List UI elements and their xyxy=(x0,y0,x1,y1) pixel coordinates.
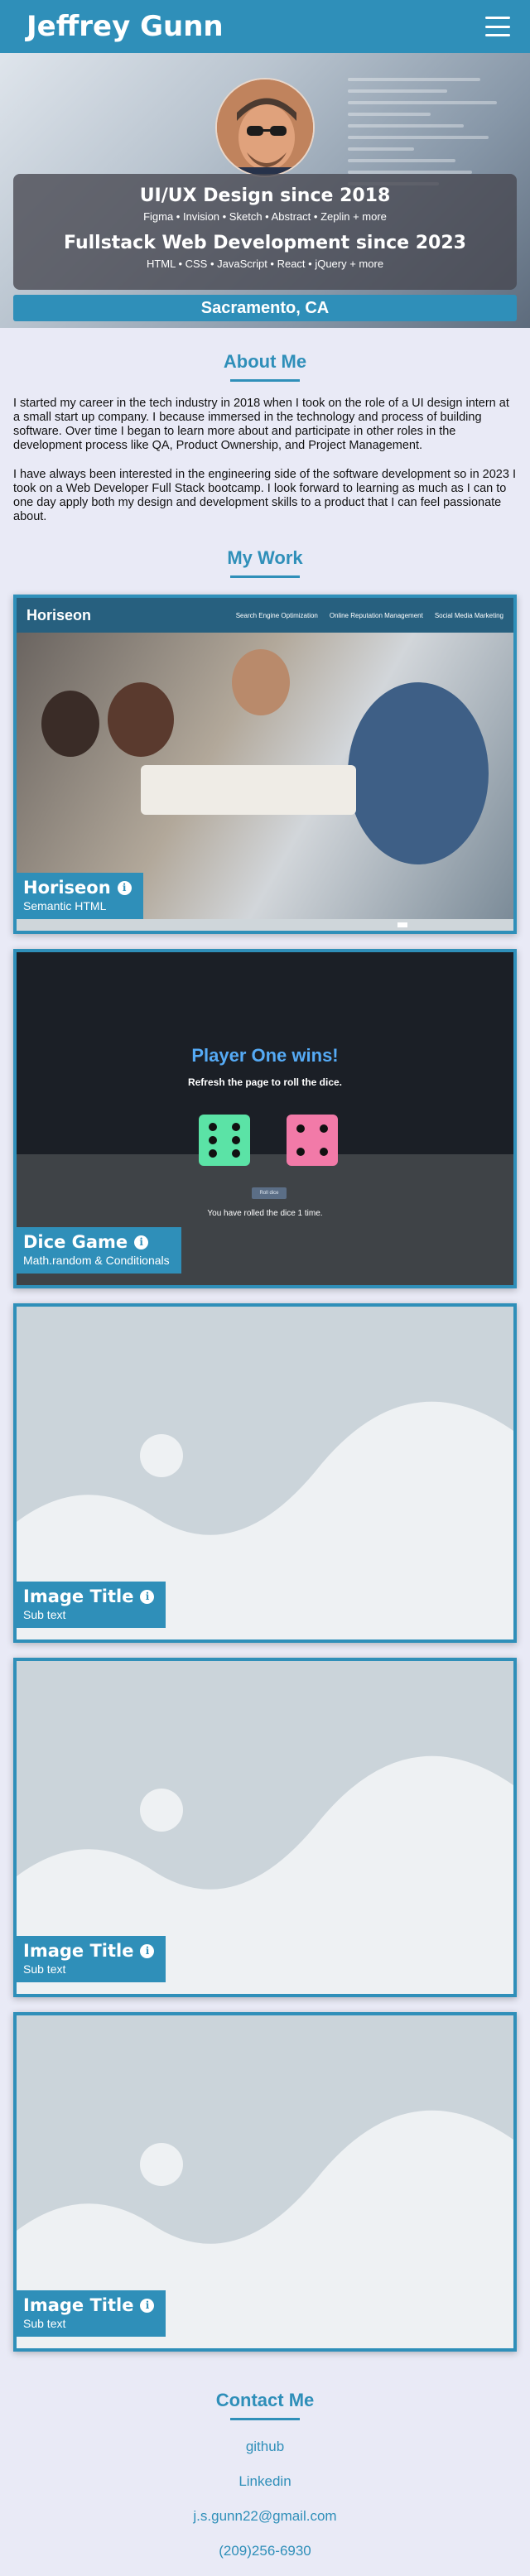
about-section: About Me I started my career in the tech… xyxy=(0,328,530,524)
roll-dice-button[interactable]: Roll dice xyxy=(252,1187,287,1199)
project-subtitle: Sub text xyxy=(23,1962,66,1976)
dice-roll-count: You have rolled the dice 1 time. xyxy=(207,1209,323,1218)
avatar xyxy=(215,78,315,177)
hero-heading-design: UI/UX Design since 2018 xyxy=(139,185,391,206)
hamburger-menu-icon[interactable] xyxy=(485,17,510,36)
horiseon-preview-link: Online Reputation Management xyxy=(329,611,423,619)
contact-link-linkedin[interactable]: Linkedin xyxy=(0,2473,530,2490)
hero-skills-panel: UI/UX Design since 2018 Figma • Invision… xyxy=(13,174,517,290)
horiseon-preview-logo: Horiseon xyxy=(26,606,92,624)
dice-two xyxy=(287,1115,338,1166)
contact-link-email[interactable]: j.s.gunn22@gmail.com xyxy=(0,2508,530,2525)
hero-heading-dev: Fullstack Web Development since 2023 xyxy=(64,233,466,253)
info-icon[interactable]: i xyxy=(140,1589,155,1604)
work-title: My Work xyxy=(0,524,530,578)
contact-section: Contact Me github Linkedin j.s.gunn22@gm… xyxy=(0,2367,530,2576)
project-title: Dice Game xyxy=(23,1232,128,1252)
contact-link-phone[interactable]: (209)256-6930 xyxy=(0,2543,530,2559)
project-card-dice-game[interactable]: Player One wins! Refresh the page to rol… xyxy=(13,949,517,1288)
project-subtitle: Sub text xyxy=(23,1608,66,1621)
site-header: Jeffrey Gunn xyxy=(0,0,530,53)
project-subtitle: Sub text xyxy=(23,2317,66,2330)
work-section: My Work Horiseon Search Engine Optimizat… xyxy=(0,524,530,2352)
horiseon-preview-link: Social Media Marketing xyxy=(434,611,504,619)
project-card-placeholder[interactable]: Image Title i Sub text xyxy=(13,1658,517,1997)
project-title: Image Title xyxy=(23,2295,134,2315)
project-label: Horiseon i Semantic HTML xyxy=(17,873,143,919)
project-subtitle: Math.random & Conditionals xyxy=(23,1254,170,1267)
horiseon-preview-nav: Horiseon Search Engine Optimization Onli… xyxy=(17,598,513,633)
project-label: Image Title i Sub text xyxy=(17,1582,166,1628)
project-subtitle: Semantic HTML xyxy=(23,899,107,912)
project-title: Image Title xyxy=(23,1941,134,1961)
dice-one xyxy=(199,1115,250,1166)
about-paragraph-1: I started my career in the tech industry… xyxy=(13,397,509,452)
site-title[interactable]: Jeffrey Gunn xyxy=(26,10,224,43)
horiseon-preview-scrollbar xyxy=(17,919,513,931)
project-label: Image Title i Sub text xyxy=(17,2290,166,2337)
horiseon-preview-link: Search Engine Optimization xyxy=(235,611,318,619)
about-paragraph-2: I have always been interested in the eng… xyxy=(13,468,516,523)
dice-winner-text: Player One wins! xyxy=(191,1045,339,1066)
project-card-placeholder[interactable]: Image Title i Sub text xyxy=(13,2012,517,2352)
project-card-horiseon[interactable]: Horiseon Search Engine Optimization Onli… xyxy=(13,595,517,934)
about-title: About Me xyxy=(0,328,530,382)
info-icon[interactable]: i xyxy=(140,2298,155,2313)
contact-link-github[interactable]: github xyxy=(0,2439,530,2455)
location-banner: Sacramento, CA xyxy=(13,295,517,321)
project-card-placeholder[interactable]: Image Title i Sub text xyxy=(13,1303,517,1643)
contact-title: Contact Me xyxy=(0,2367,530,2420)
dice-instruction-text: Refresh the page to roll the dice. xyxy=(187,1076,343,1088)
hero-section: UI/UX Design since 2018 Figma • Invision… xyxy=(0,53,530,328)
info-icon[interactable]: i xyxy=(134,1235,149,1249)
hero-skills-design: Figma • Invision • Sketch • Abstract • Z… xyxy=(143,210,387,223)
info-icon[interactable]: i xyxy=(117,880,132,895)
project-label: Dice Game i Math.random & Conditionals xyxy=(17,1227,181,1274)
project-title: Horiseon xyxy=(23,878,111,898)
hero-skills-dev: HTML • CSS • JavaScript • React • jQuery… xyxy=(146,258,384,270)
info-icon[interactable]: i xyxy=(140,1943,155,1958)
project-title: Image Title xyxy=(23,1587,134,1606)
project-label: Image Title i Sub text xyxy=(17,1936,166,1982)
